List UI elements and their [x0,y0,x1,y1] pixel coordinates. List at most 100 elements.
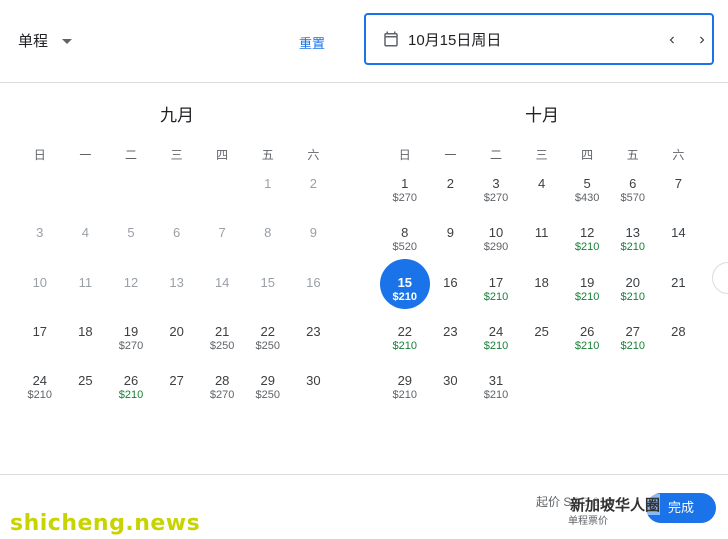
watermark-right: 新加坡华人圈 [570,494,661,515]
day-number: 2 [309,176,317,191]
day-cell[interactable]: 13 $210 [610,223,656,272]
month-october: 十月 日一二三四五六 1 $270 2 3 $270 4 5 $430 6 $570 7 8 $520 9… [379,96,702,420]
day-price: $210 [620,290,645,303]
day-cell[interactable]: 23 [428,322,474,371]
day-number: 12 [123,274,139,290]
day-number: 7 [674,176,682,191]
day-number: 9 [446,225,454,241]
day-cell[interactable]: 26 $210 [564,322,610,371]
month-title: 十月 [525,106,559,125]
day-cell[interactable]: 20 $210 [610,273,656,322]
day-cell[interactable]: 3 $270 [473,174,519,223]
day-number: 4 [537,176,546,191]
previous-date-button[interactable] [662,30,682,50]
watermark-left: shicheng.news [10,511,201,536]
day-cell[interactable]: 28 [656,322,702,371]
departure-date-input[interactable] [408,25,628,53]
day-cell: 13 [154,273,200,322]
day-cell[interactable]: 25 [63,371,109,420]
day-cell: 11 [63,273,109,322]
month-september: 九月 日一二三四五六 1 2 3 4 5 6 7 8 9 10 11 12 13 14 15 16 17 18 19… [17,96,337,420]
day-cell[interactable]: 29 $210 [382,371,428,420]
day-number: 14 [671,225,686,241]
day-cell[interactable]: 2 [428,174,474,223]
trip-type-select[interactable]: 单程 [18,30,73,51]
day-cell[interactable]: 22 $250 [245,322,291,371]
day-cell[interactable]: 9 [428,223,474,272]
day-cell[interactable]: 1 $270 [382,174,428,223]
weekday-label: 五 [261,148,274,162]
next-date-button[interactable] [692,30,712,50]
day-number: 10 [32,274,48,290]
scroll-next-month-button[interactable] [712,262,728,294]
reset-button[interactable]: 重置 [299,33,325,52]
weekday-header: 日一二三四五六 [17,136,337,174]
day-cell[interactable]: 31 $210 [473,371,519,420]
weekday-label: 五 [626,148,639,162]
day-cell[interactable]: 4 [519,174,565,223]
day-price: $210 [483,290,509,303]
day-number: 25 [78,373,93,389]
day-cell[interactable]: 10 $290 [473,223,519,272]
day-cell[interactable]: 18 [63,322,109,371]
day-price: $250 [209,339,235,352]
day-number: 20 [169,323,184,339]
day-cell[interactable]: 17 $210 [473,273,519,322]
day-cell[interactable]: 30 [291,371,337,420]
day-cell-selected[interactable]: 15 $210 [379,258,430,322]
day-number: 15 [397,274,413,290]
day-cell[interactable]: 24 $210 [473,322,519,371]
day-number: 11 [534,225,549,241]
day-cell: 7 [199,223,245,272]
day-cell[interactable]: 22 $210 [382,322,428,371]
day-price: $210 [574,241,600,254]
day-number: 21 [671,274,686,290]
day-cell[interactable]: 30 [428,371,474,420]
day-number: 30 [306,373,321,389]
day-cell[interactable]: 27 $210 [610,322,656,371]
day-cell[interactable]: 7 [656,174,702,223]
day-number: 28 [214,373,230,389]
empty-day-cell [63,174,109,223]
day-cell[interactable]: 21 $250 [199,322,245,371]
day-cell: 9 [291,223,337,272]
day-cell[interactable]: 18 [519,273,565,322]
day-number: 18 [78,323,93,339]
departure-date-field[interactable] [364,13,714,65]
day-cell[interactable]: 23 [291,322,337,371]
weekday-label: 三 [535,148,548,162]
day-cell[interactable]: 19 $270 [108,322,154,371]
day-cell[interactable]: 29 $250 [245,371,291,420]
day-number: 26 [579,323,595,339]
day-cell[interactable]: 28 $270 [199,371,245,420]
month-title: 九月 [160,106,194,125]
date-picker-header: 单程 重置 [0,0,728,83]
empty-day-cell [154,174,200,223]
day-cell[interactable]: 17 [17,322,63,371]
day-cell[interactable]: 14 [656,223,702,272]
day-cell[interactable]: 5 $430 [564,174,610,223]
day-cell[interactable]: 26 $210 [108,371,154,420]
day-cell[interactable]: 6 $570 [610,174,656,223]
day-grid: 1 $270 2 3 $270 4 5 $430 6 $570 7 8 $520 9 10 $290 11 12 $… [379,174,702,420]
day-cell[interactable]: 21 [656,273,702,322]
day-cell[interactable]: 20 [154,322,200,371]
day-price: $290 [483,241,509,254]
day-cell[interactable]: 25 [519,322,565,371]
day-number: 13 [169,274,184,290]
day-number: 4 [81,225,89,241]
day-price: $210 [118,389,144,402]
day-number: 30 [443,373,458,389]
day-cell[interactable]: 12 $210 [564,223,610,272]
day-cell[interactable]: 19 $210 [564,273,610,322]
day-price: $210 [392,339,418,352]
day-cell[interactable]: 24 $210 [17,371,63,420]
day-cell[interactable]: 11 [519,223,565,272]
day-number: 24 [488,323,504,339]
day-number: 21 [214,323,230,339]
weekday-label: 四 [581,148,594,162]
calendar-icon [384,31,398,47]
day-cell[interactable]: 27 [154,371,200,420]
day-cell[interactable]: 16 [428,273,474,322]
day-cell: 12 [108,273,154,322]
